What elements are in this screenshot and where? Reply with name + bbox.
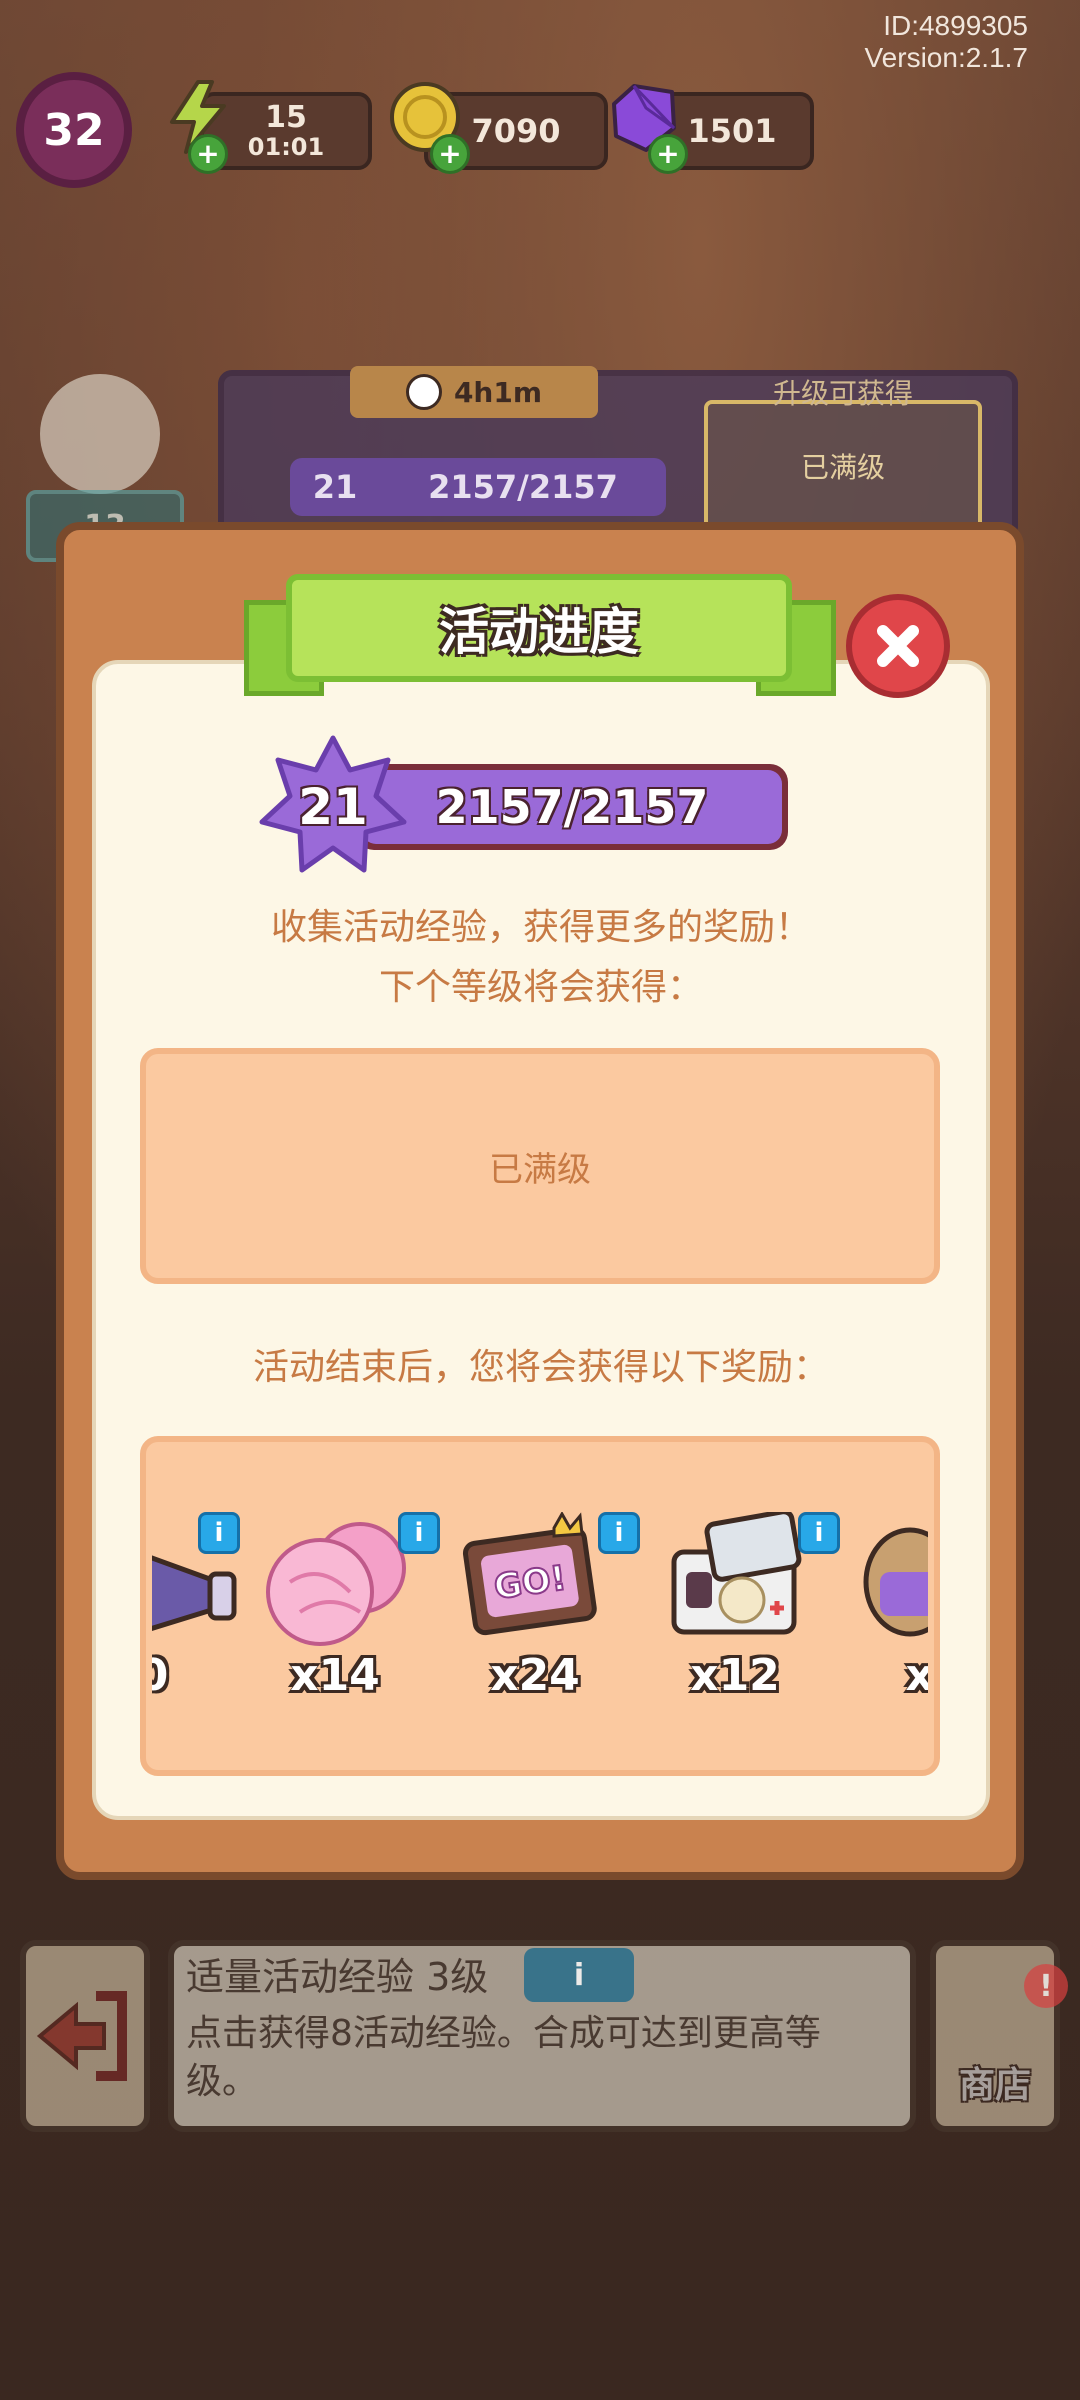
reward-count: x24 [490, 1650, 580, 1701]
reward-count: x12 [690, 1650, 780, 1701]
item-title: 适量活动经验 3级 [186, 1955, 489, 1999]
rewards-scroll-area[interactable]: 0 x14 GO! x24 x12 x [152, 1448, 928, 1764]
modal-title-banner: 活动进度 [286, 574, 792, 682]
event-xp-bar: 2157/2157 [356, 764, 788, 850]
modal-title: 活动进度 [439, 603, 639, 661]
version-label: Version:2.1.7 [864, 42, 1028, 73]
player-level-value: 32 [43, 104, 105, 156]
player-level-badge[interactable]: 32 [16, 72, 132, 188]
event-timer: 4h1m [350, 366, 598, 418]
energy-timer: 01:01 [247, 133, 325, 161]
gem-value: 1501 [687, 112, 777, 150]
add-coins-button[interactable]: + [430, 134, 470, 174]
reward-item[interactable]: x2 [850, 1512, 928, 1712]
item-description: 点击获得8活动经验。合成可达到更高等级。 [186, 2013, 821, 2102]
shop-label: 商店 [958, 2065, 1031, 2106]
collect-description: 收集活动经验，获得更多的奖励！ [270, 907, 811, 948]
add-gems-button[interactable]: + [648, 134, 688, 174]
upgrade-reward-panel: 升级可获得 已满级 [704, 377, 982, 538]
end-rewards-label: 活动结束后，您将会获得以下奖励： [252, 1347, 829, 1388]
event-level-value: 21 [298, 778, 368, 836]
close-button[interactable] [846, 594, 950, 698]
reward-item[interactable]: GO! x24 [450, 1510, 620, 1712]
reward-info-button[interactable]: i [398, 1512, 440, 1554]
go-sign-icon: GO! [462, 1510, 597, 1636]
player-id: ID:4899305 [883, 10, 1028, 41]
exit-button[interactable] [20, 1940, 150, 2132]
event-xp-text: 2157/2157 [435, 780, 709, 834]
close-icon [877, 625, 919, 667]
character-icon [863, 1527, 928, 1637]
reward-item[interactable]: x12 [650, 1509, 820, 1712]
reward-info-button[interactable]: i [598, 1512, 640, 1554]
next-level-label: 下个等级将会获得： [378, 967, 703, 1008]
reward-count: 0 [152, 1650, 169, 1701]
reward-info-button[interactable]: i [198, 1512, 240, 1554]
item-info-button[interactable]: i [524, 1948, 634, 2002]
add-energy-button[interactable]: + [188, 134, 228, 174]
event-xp-bar-fill: 2157/2157 [362, 770, 782, 844]
shop-alert-icon: ! [1024, 1964, 1068, 2008]
pompom-icon [266, 1522, 406, 1646]
event-level-bar-background: 21 2157/2157 [290, 458, 666, 516]
clock-icon [405, 374, 442, 410]
event-level-badge: 21 [258, 732, 408, 882]
reward-count: x2 [905, 1650, 929, 1701]
chicken-character [40, 374, 160, 494]
exit-icon [36, 1991, 127, 2081]
next-level-reward-box: 已满级 [140, 1048, 940, 1284]
energy-value: 15 [265, 100, 307, 135]
coin-value: 7090 [471, 112, 561, 150]
next-level-reward-text: 已满级 [489, 1149, 591, 1190]
reward-count: x14 [290, 1650, 380, 1701]
first-aid-kit-icon [671, 1509, 802, 1635]
reward-info-button[interactable]: i [798, 1512, 840, 1554]
reward-item[interactable]: x14 [250, 1512, 420, 1712]
